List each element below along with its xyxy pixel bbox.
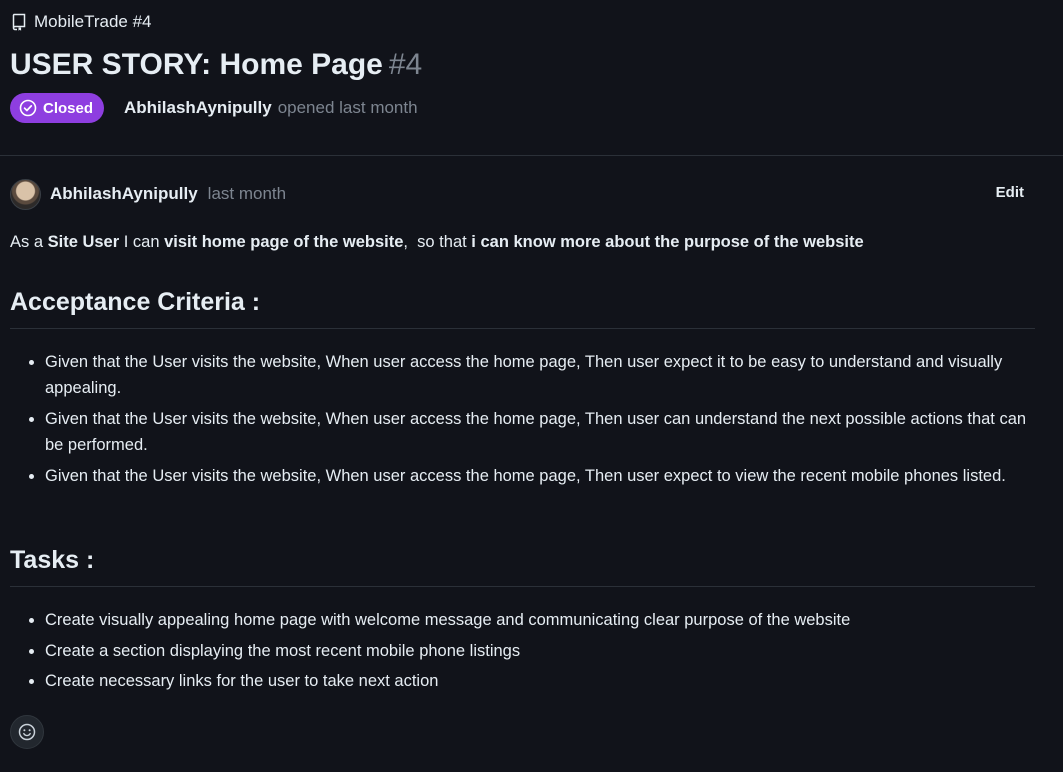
list-item: Given that the User visits the website, … xyxy=(45,406,1045,458)
comment-timestamp[interactable]: last month xyxy=(208,184,286,204)
story-bold-role: Site User xyxy=(47,233,120,251)
opened-text: opened last month xyxy=(277,98,418,117)
list-item: Create necessary links for the user to t… xyxy=(45,668,1045,694)
story-text-3: , so that xyxy=(403,233,472,251)
acceptance-criteria-heading: Acceptance Criteria : xyxy=(10,288,261,316)
story-text-1: As a xyxy=(10,233,48,251)
story-bold-benefit: i can know more about the purpose of the… xyxy=(471,233,864,251)
list-item: Create visually appealing home page with… xyxy=(45,607,1045,633)
story-text-2: I can xyxy=(119,233,165,251)
repo-label: MobileTrade #4 xyxy=(34,12,152,31)
edit-button[interactable]: Edit xyxy=(996,184,1024,201)
acceptance-criteria-list: Given that the User visits the website, … xyxy=(10,349,1045,494)
header-divider xyxy=(0,155,1063,156)
smiley-icon xyxy=(18,723,36,741)
issue-number: #4 xyxy=(388,48,423,81)
page-title: USER STORY: Home Page #4 xyxy=(10,48,422,82)
avatar[interactable] xyxy=(10,178,41,210)
tasks-divider xyxy=(10,586,1035,587)
user-story-text: As a Site User I can visit home page of … xyxy=(10,233,864,252)
tasks-heading: Tasks : xyxy=(10,546,95,574)
story-bold-goal: visit home page of the website xyxy=(164,233,404,251)
tasks-list: Create visually appealing home page with… xyxy=(10,607,1045,699)
status-badge: Closed xyxy=(10,93,105,123)
list-item: Given that the User visits the website, … xyxy=(45,463,1045,489)
repo-link[interactable]: MobileTrade #4 xyxy=(11,12,152,32)
issue-author-link[interactable]: AbhilashAynipully xyxy=(124,98,272,118)
issue-meta: Closed AbhilashAynipully opened last mon… xyxy=(10,93,418,123)
comment-author-link[interactable]: AbhilashAynipully xyxy=(50,184,198,204)
repo-icon xyxy=(12,13,26,31)
check-circle-icon xyxy=(19,99,37,117)
acceptance-divider xyxy=(10,328,1035,329)
list-item: Given that the User visits the website, … xyxy=(45,349,1045,401)
issue-title: USER STORY: Home Page xyxy=(10,48,383,81)
comment-header: AbhilashAynipully last month Edit xyxy=(10,178,1040,210)
status-label: Closed xyxy=(43,99,94,117)
add-reaction-button[interactable] xyxy=(10,715,44,749)
list-item: Create a section displaying the most rec… xyxy=(45,638,1045,664)
issue-header: MobileTrade #4 USER STORY: Home Page #4 C… xyxy=(0,0,1063,155)
